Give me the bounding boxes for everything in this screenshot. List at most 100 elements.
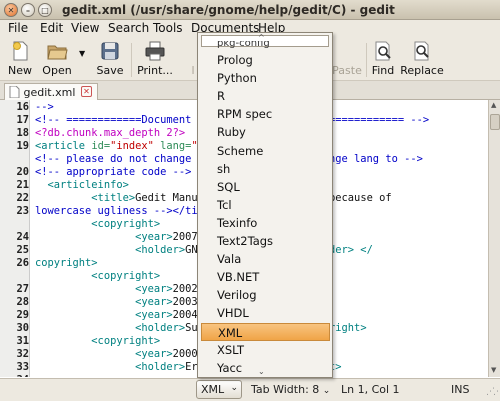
language-item-r[interactable]: R xyxy=(201,87,330,105)
language-item-verilog[interactable]: Verilog xyxy=(201,286,330,304)
menu-search[interactable]: Search xyxy=(105,21,152,35)
code-token: <copyright> xyxy=(35,335,161,347)
line-number: 32 xyxy=(16,348,29,360)
paste-button: Paste xyxy=(330,40,364,77)
code-token: <copyright> xyxy=(35,218,161,230)
cursor-position: Ln 1, Col 1 xyxy=(341,383,400,396)
insert-mode-indicator: INS xyxy=(451,383,470,396)
close-tab-icon[interactable]: ✕ xyxy=(81,86,92,97)
language-item-text2tags[interactable]: Text2Tags xyxy=(201,232,330,250)
code-token: "index" xyxy=(110,140,154,152)
language-item-vhdl[interactable]: VHDL xyxy=(201,304,330,322)
scroll-up-icon[interactable]: ▲ xyxy=(491,101,496,109)
language-item-rpm-spec[interactable]: RPM spec xyxy=(201,105,330,123)
title-bar: ✕ – □ gedit.xml (/usr/share/gnome/help/g… xyxy=(0,0,500,20)
code-line: <!-- appropriate code --> xyxy=(35,166,191,179)
language-item-sql[interactable]: SQL xyxy=(201,178,330,196)
menu-view[interactable]: View xyxy=(68,21,102,35)
code-token: <year> xyxy=(35,296,173,308)
chevron-down-icon: ▼ xyxy=(79,49,86,58)
save-button[interactable]: Save xyxy=(94,40,126,77)
line-number: 29 xyxy=(16,309,29,321)
code-line: <copyright> xyxy=(35,218,160,231)
code-token: Gedit Manua xyxy=(135,192,204,204)
toolbar-separator xyxy=(131,43,132,77)
open-button[interactable]: Open xyxy=(38,40,76,77)
line-number: 31 xyxy=(16,335,29,347)
language-selector[interactable]: XML ⌄ xyxy=(196,380,242,399)
line-number: 34 xyxy=(0,374,29,377)
code-token: <holder> xyxy=(35,361,186,373)
line-number: 26 xyxy=(16,257,29,269)
code-token: GN xyxy=(185,244,198,256)
code-token: <copyright> xyxy=(35,270,161,282)
maximize-window-button[interactable]: □ xyxy=(38,3,52,17)
code-token: <holder> xyxy=(35,244,186,256)
code-token: <articleinfo> xyxy=(35,179,129,191)
code-line: <copyright> xyxy=(35,270,160,283)
open-folder-icon xyxy=(47,45,68,60)
code-token: <year> xyxy=(35,283,173,295)
menu-edit[interactable]: Edit xyxy=(37,21,66,35)
close-window-button[interactable]: ✕ xyxy=(4,3,18,17)
code-token: <title> xyxy=(35,192,136,204)
vertical-scrollbar[interactable]: ▲ ▼ xyxy=(488,100,500,377)
find-icon xyxy=(375,41,391,61)
menu-tools[interactable]: Tools xyxy=(150,21,186,35)
line-number: 30 xyxy=(16,322,29,334)
language-item-ruby[interactable]: Ruby xyxy=(201,123,330,141)
print-button[interactable]: Print... xyxy=(136,40,174,77)
tab-label: gedit.xml xyxy=(23,86,76,99)
open-dropdown-arrow[interactable]: ▼ xyxy=(79,40,85,58)
xml-file-icon xyxy=(9,85,20,99)
language-item-prolog[interactable]: Prolog xyxy=(201,51,330,69)
language-item-yacc[interactable]: Yacc xyxy=(201,359,330,377)
line-number: 28 xyxy=(16,296,29,308)
line-number-gutter: 16171819 20212223 242526 2728293031323334 xyxy=(0,100,30,377)
line-number: 18 xyxy=(16,127,29,139)
code-token: lang= xyxy=(153,140,192,152)
printer-icon xyxy=(145,41,165,61)
line-number: 22 xyxy=(16,192,29,204)
code-line: <year>2000- xyxy=(35,348,204,361)
replace-icon xyxy=(414,41,429,61)
code-line: <articleinfo> xyxy=(35,179,129,192)
language-item-clipped[interactable]: pkg-config xyxy=(201,41,330,51)
menu-file[interactable]: File xyxy=(5,21,31,35)
minimize-window-button[interactable]: – xyxy=(21,3,35,17)
code-token: <year> xyxy=(35,309,173,321)
replace-button[interactable]: Replace xyxy=(400,40,444,77)
tab-gedit-xml[interactable]: gedit.xml ✕ xyxy=(4,83,98,101)
new-button[interactable]: New xyxy=(6,40,34,77)
status-bar: XML ⌄ Tab Width: 8 ⌄ Ln 1, Col 1 INS ⋰⋰ xyxy=(0,378,500,401)
scroll-down-arrow-icon[interactable]: ⌄ xyxy=(258,367,265,376)
code-line: copyright> xyxy=(35,257,98,270)
scrollbar-thumb[interactable] xyxy=(490,114,500,130)
code-token: copyright> xyxy=(35,257,98,269)
line-number: 27 xyxy=(16,283,29,295)
line-number: 16 xyxy=(16,101,29,113)
language-item-xml[interactable]: XML xyxy=(201,322,330,341)
scroll-down-icon[interactable]: ▼ xyxy=(491,366,496,374)
language-item-vala[interactable]: Vala xyxy=(201,250,330,268)
language-item-scheme[interactable]: Scheme xyxy=(201,142,330,160)
code-line: <?db.chunk.max_depth 2?> xyxy=(35,127,185,140)
code-token: lowercase ugliness --></ti xyxy=(35,205,198,217)
code-token: <?db.chunk.max_depth 2?> xyxy=(35,127,186,139)
resize-grip-icon[interactable]: ⋰⋰ xyxy=(486,387,500,397)
maximize-icon: □ xyxy=(41,5,49,15)
close-icon: ✕ xyxy=(7,5,15,15)
line-number: 24 xyxy=(16,231,29,243)
language-item-sh[interactable]: sh xyxy=(201,160,330,178)
find-button[interactable]: Find xyxy=(370,40,396,77)
code-line: <year>2004- xyxy=(35,309,204,322)
language-item-vb-net[interactable]: VB.NET xyxy=(201,268,330,286)
language-item-xslt[interactable]: XSLT xyxy=(201,341,330,359)
code-line: <year>2002- xyxy=(35,283,204,296)
language-item-tcl[interactable]: Tcl xyxy=(201,196,330,214)
language-item-python[interactable]: Python xyxy=(201,69,330,87)
chevron-down-icon: ⌄ xyxy=(230,383,238,393)
toolbar-separator xyxy=(366,43,367,77)
language-item-texinfo[interactable]: Texinfo xyxy=(201,214,330,232)
tab-width-selector[interactable]: Tab Width: 8 ⌄ xyxy=(251,383,330,396)
